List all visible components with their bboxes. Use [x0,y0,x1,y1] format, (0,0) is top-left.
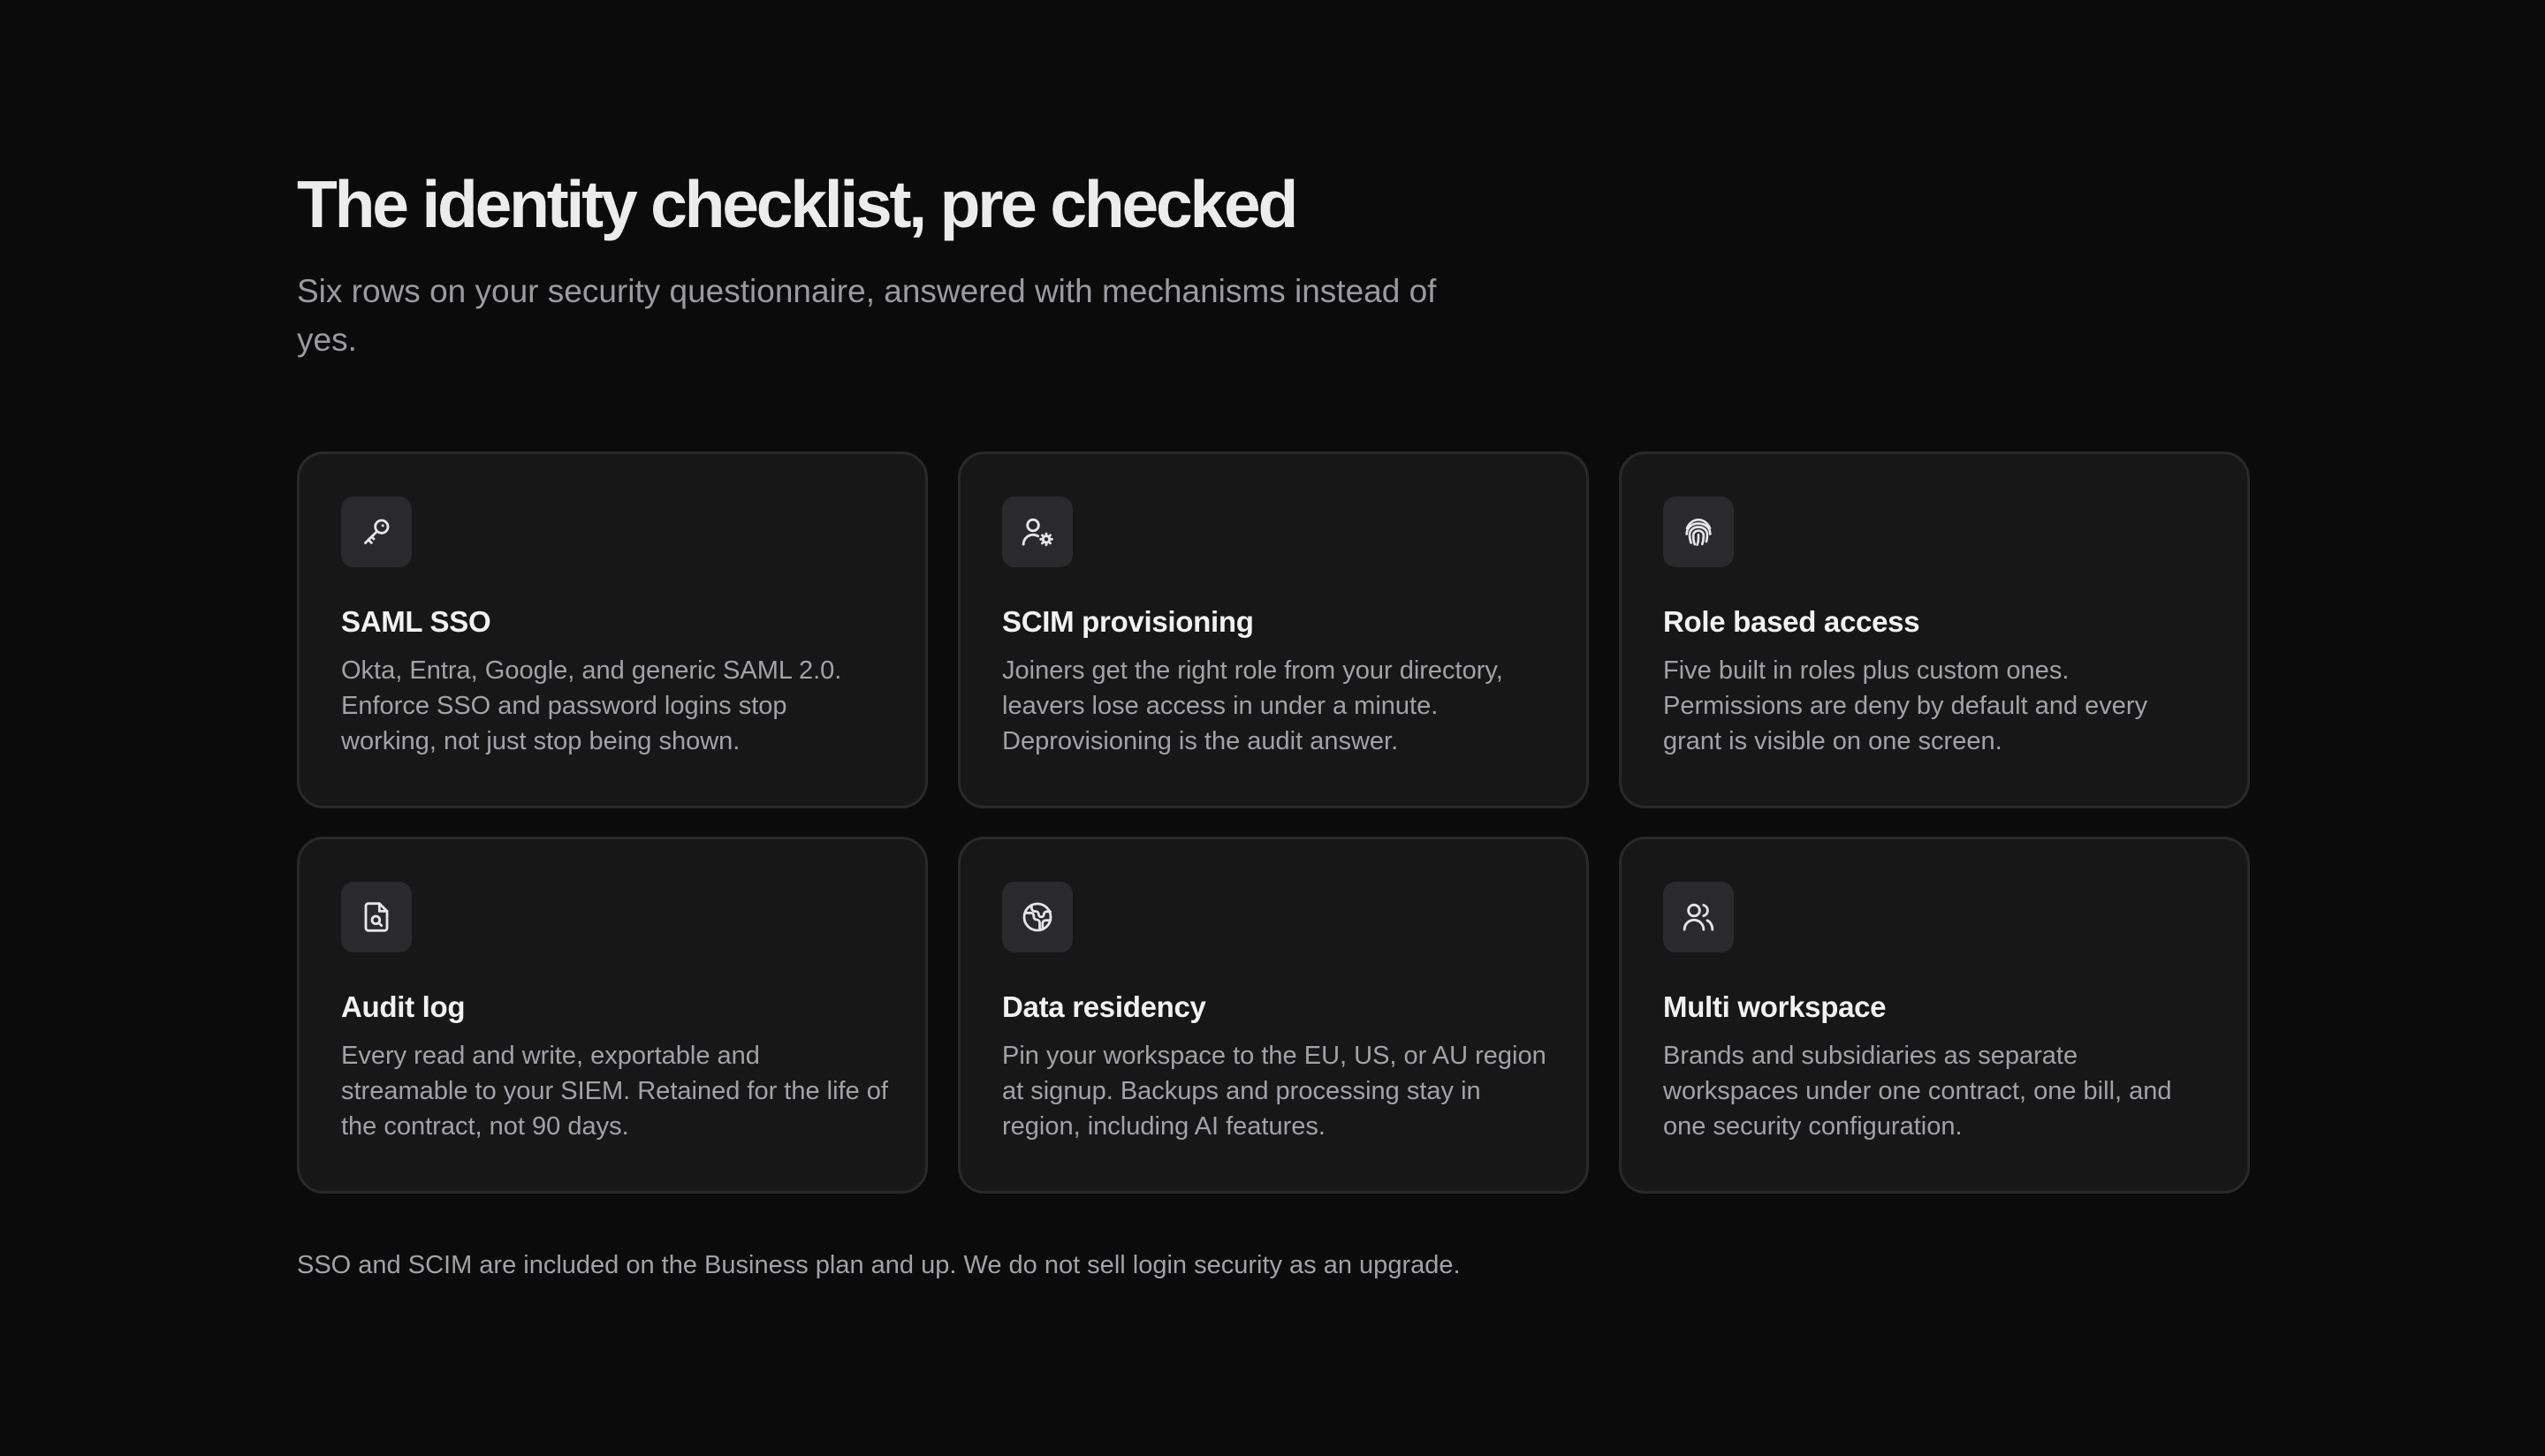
feature-card-saml-sso: SAML SSO Okta, Entra, Google, and generi… [297,451,928,808]
file-search-icon [341,882,412,952]
feature-card-multi-workspace: Multi workspace Brands and subsidiaries … [1619,837,2250,1194]
card-description: Brands and subsidiaries as separate work… [1663,1042,2172,1141]
card-title: SCIM provisioning [1002,605,1254,638]
fingerprint-icon [1663,497,1734,567]
card-title: Data residency [1002,990,1206,1023]
key-icon [341,497,412,567]
card-title: SAML SSO [341,605,491,638]
card-description: Five built in roles plus custom ones. Pe… [1663,656,2148,755]
card-description: Okta, Entra, Google, and generic SAML 2.… [341,656,842,755]
plan-footnote: SSO and SCIM are included on the Busines… [297,1251,1461,1279]
card-description: Pin your workspace to the EU, US, or AU … [1002,1042,1546,1141]
globe-icon [1002,882,1073,952]
feature-card-role-based-access: Role based access Five built in roles pl… [1619,451,2250,808]
page-title: The identity checklist, pre checked [297,167,1298,241]
feature-card-audit-log: Audit log Every read and write, exportab… [297,837,928,1194]
card-description: Joiners get the right role from your dir… [1002,656,1503,755]
card-title: Role based access [1663,605,1920,638]
page-subtitle: Six rows on your security questionnaire,… [297,273,1437,358]
feature-card-data-residency: Data residency Pin your workspace to the… [958,837,1589,1194]
card-description: Every read and write, exportable and str… [341,1042,888,1141]
users-icon [1663,882,1734,952]
feature-card-scim-provisioning: SCIM provisioning Joiners get the right … [958,451,1589,808]
user-cog-icon [1002,497,1073,567]
card-title: Multi workspace [1663,990,1887,1023]
feature-grid: SAML SSO Okta, Entra, Google, and generi… [297,451,2250,1194]
card-title: Audit log [341,990,466,1023]
